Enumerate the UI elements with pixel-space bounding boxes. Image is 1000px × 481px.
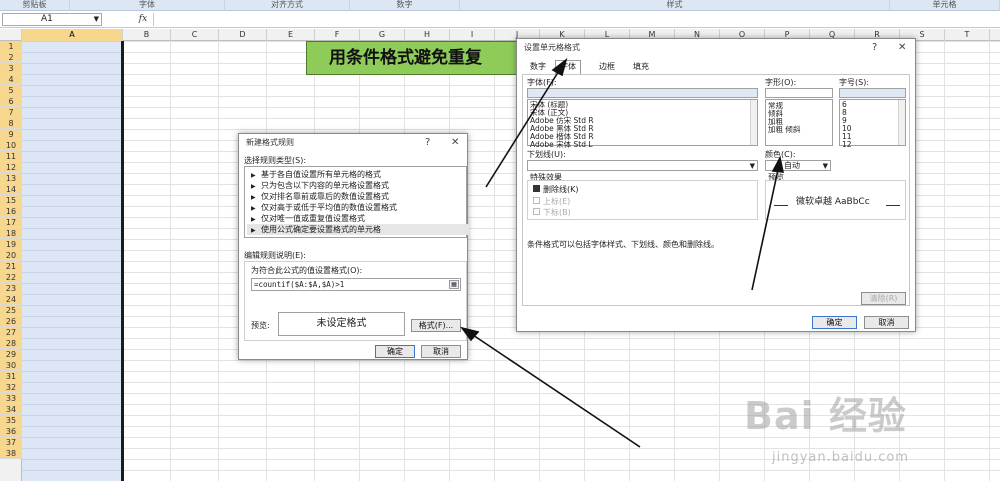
excel-window: 剪贴板 字体 对齐方式 数字 样式 单元格 A1 ▼ fx ABCDEFGHIJ… xyxy=(0,0,1000,481)
arrow-head-icon xyxy=(771,155,785,173)
arrow-to-color-select xyxy=(751,164,780,291)
watermark-url: jingyan.baidu.com xyxy=(772,450,909,465)
watermark-brand: Bai 经验 xyxy=(744,394,907,438)
arrow-to-font-tab xyxy=(485,65,563,188)
arrow-head-icon xyxy=(460,326,480,342)
arrow-to-format-button xyxy=(469,332,641,448)
arrow-head-icon xyxy=(551,57,568,77)
baidu-watermark: Bai 经验 jingyan.baidu.com xyxy=(742,380,992,478)
